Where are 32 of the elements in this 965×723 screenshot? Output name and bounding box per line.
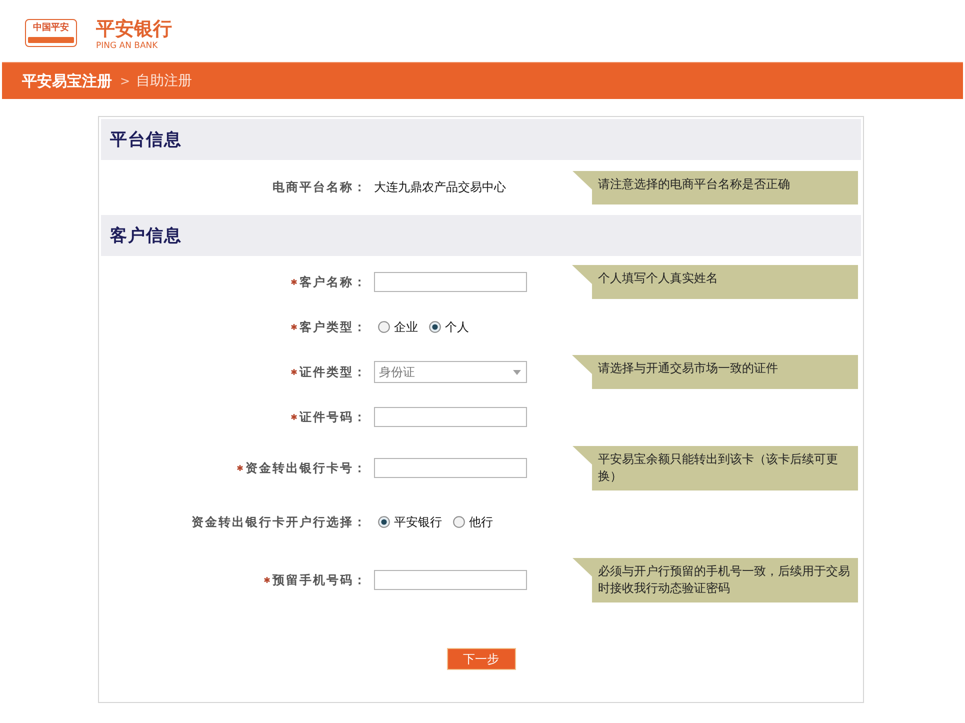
hint-callout: 个人填写个人真实姓名 <box>572 265 858 299</box>
breadcrumb-separator: > <box>120 74 130 88</box>
caret-icon <box>513 370 521 374</box>
text-input-field[interactable] <box>374 570 527 590</box>
bank-name: 平安银行 <box>96 19 172 40</box>
field-label: 证件号码： <box>300 408 367 426</box>
field-label: 电商平台名称： <box>272 179 367 196</box>
text-input-field[interactable] <box>374 458 527 478</box>
field-label: 证件类型： <box>300 364 367 380</box>
field-label: 资金转出银行卡开户行选择： <box>192 514 367 530</box>
field-label: 资金转出银行卡号： <box>246 460 367 476</box>
hint-callout: 必须与开户行预留的手机号一致，后续用于交易时接收我行动态验证密码 <box>572 558 858 602</box>
radio-option[interactable]: 他行 <box>453 514 493 530</box>
logo-emblem-text: 中国平安 <box>33 23 69 34</box>
field-value: 大连九鼎农产品交易中心 <box>374 179 506 196</box>
text-input-field[interactable] <box>374 272 527 292</box>
field-label: 客户名称： <box>300 274 367 290</box>
field-label: 客户类型： <box>300 318 367 336</box>
radio-option[interactable]: 个人 <box>429 318 469 336</box>
bank-name-english: PING AN BANK <box>96 41 159 52</box>
section-title: 客户信息 <box>110 225 182 247</box>
stripe-icon <box>28 37 74 43</box>
hint-callout: 请注意选择的电商平台名称是否正确 <box>572 170 858 204</box>
hint-callout: 请选择与开通交易市场一致的证件 <box>572 355 858 389</box>
text-input-field[interactable] <box>374 407 527 427</box>
radio-option[interactable]: 企业 <box>374 318 418 336</box>
section-title: 平台信息 <box>110 129 182 151</box>
hint-callout: 平安易宝余额只能转出到该卡（该卡后续可更换） <box>572 446 858 490</box>
field-label: 预留手机号码： <box>272 572 367 588</box>
select-field[interactable]: 身份证 <box>374 361 527 383</box>
breadcrumb-item: 自助注册 <box>136 72 192 90</box>
radio-option[interactable]: 平安银行 <box>374 514 442 530</box>
